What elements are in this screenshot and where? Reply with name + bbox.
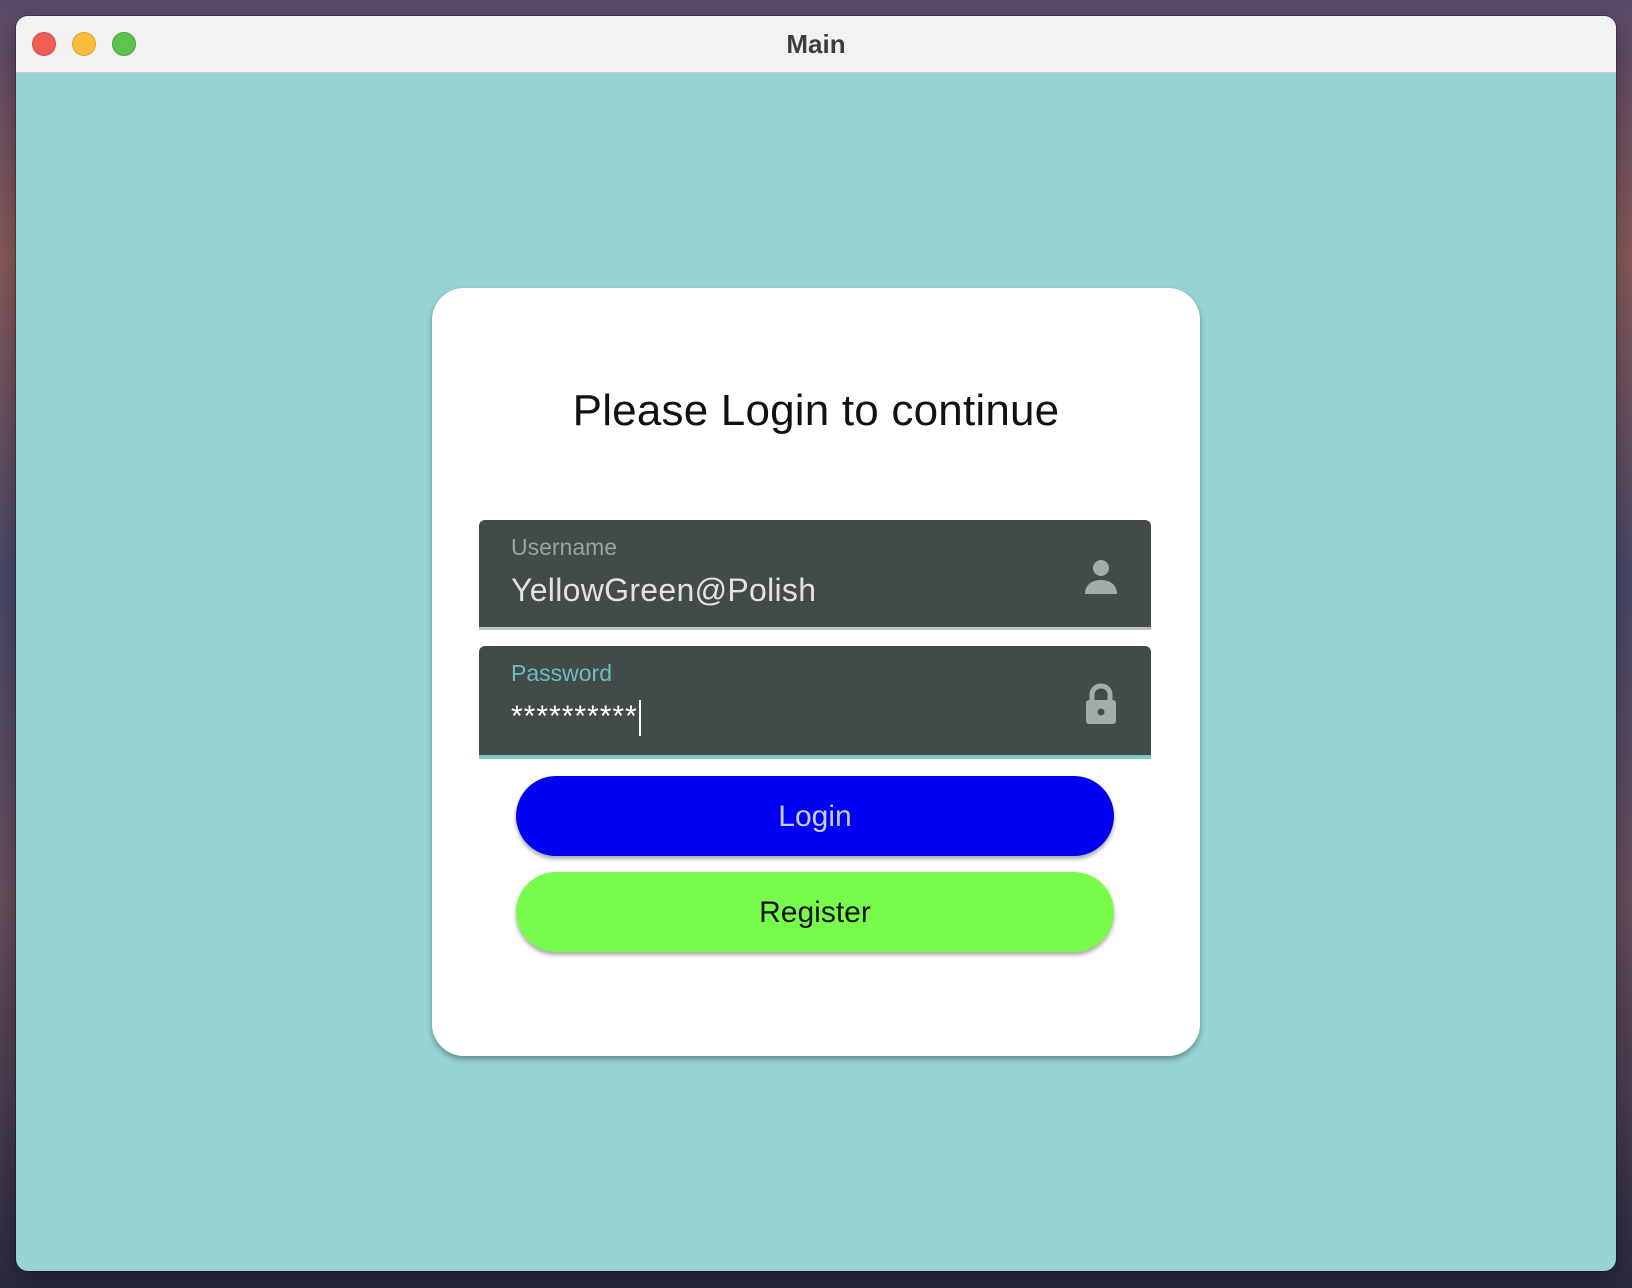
password-mask: ********** <box>511 700 638 733</box>
username-label: Username <box>511 534 618 560</box>
login-heading: Please Login to continue <box>572 386 1060 435</box>
username-value[interactable]: YellowGreen@Polish <box>511 572 816 609</box>
title-bar[interactable]: Main <box>16 16 1616 73</box>
register-button[interactable]: Register <box>516 872 1114 952</box>
password-field[interactable]: Password ********** <box>479 646 1151 759</box>
lock-icon <box>1086 683 1116 724</box>
login-button[interactable]: Login <box>516 776 1114 856</box>
username-field[interactable]: Username YellowGreen@Polish <box>479 520 1151 630</box>
password-value[interactable]: ********** <box>511 700 641 737</box>
text-caret <box>638 700 641 737</box>
window-title: Main <box>786 29 846 59</box>
person-icon <box>1085 560 1117 594</box>
app-window: Main Please Login to continue Username Y… <box>16 16 1616 1271</box>
password-label: Password <box>511 660 612 686</box>
login-card: Please Login to continue Username Yellow… <box>432 288 1200 1056</box>
